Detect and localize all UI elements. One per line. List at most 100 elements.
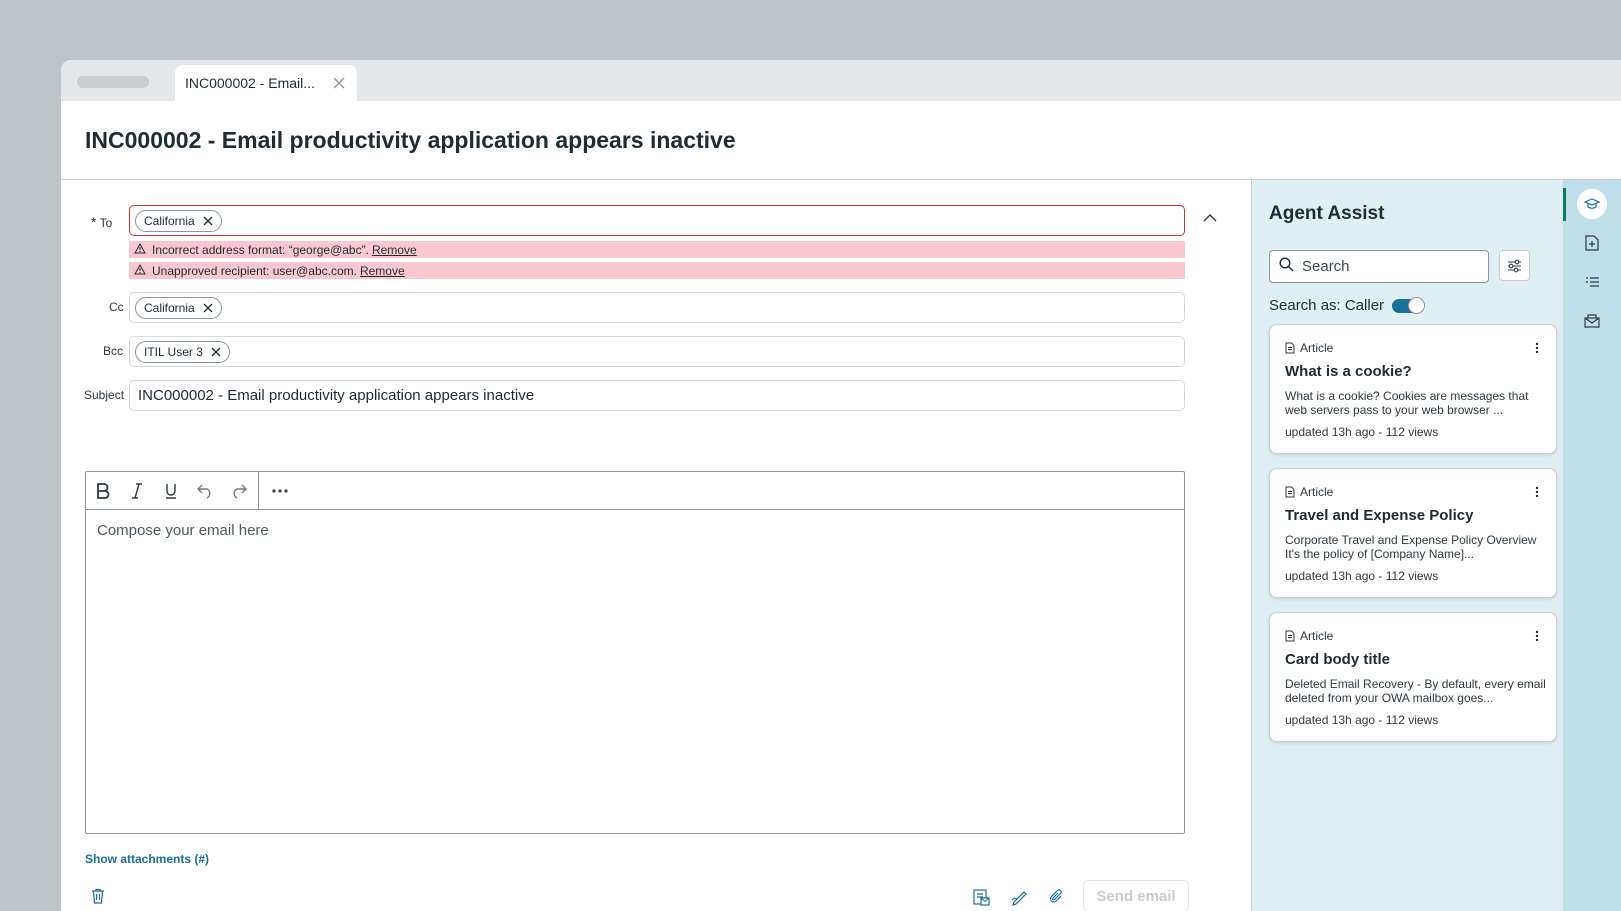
card-title[interactable]: Card body title: [1285, 651, 1390, 668]
card-type: Article: [1285, 629, 1333, 643]
add-document-icon[interactable]: [1577, 228, 1607, 258]
app-window: INC000002 - Email... INC000002 - Email p…: [61, 60, 1621, 911]
redo-icon: [233, 484, 247, 499]
article-card[interactable]: Article What is a cookie? What is a cook…: [1269, 324, 1557, 454]
undo-button[interactable]: [188, 472, 222, 510]
paperclip-icon[interactable]: [1047, 887, 1067, 907]
subject-label: Subject: [84, 388, 125, 402]
page-title: INC000002 - Email productivity applicati…: [85, 127, 736, 153]
tab-placeholder[interactable]: [77, 76, 149, 88]
document-icon: [1285, 486, 1295, 498]
card-title[interactable]: What is a cookie?: [1285, 363, 1412, 380]
bcc-label: Bcc: [103, 344, 124, 358]
card-meta: updated 13h ago - 112 views: [1285, 713, 1439, 727]
subject-field[interactable]: INC000002 - Email productivity applicati…: [129, 380, 1185, 411]
cc-label: Cc: [109, 300, 124, 314]
underline-button[interactable]: [154, 472, 188, 510]
kebab-menu-icon[interactable]: [1534, 341, 1540, 355]
to-field[interactable]: California: [129, 205, 1185, 236]
search-as-row: Search as: Caller: [1269, 296, 1426, 314]
card-title[interactable]: Travel and Expense Policy: [1285, 507, 1473, 524]
remove-link[interactable]: Remove: [372, 243, 417, 257]
required-mark: *: [91, 214, 97, 230]
signature-icon[interactable]: [1009, 887, 1029, 907]
rich-text-editor: Compose your email here: [85, 471, 1185, 834]
search-box[interactable]: [1269, 250, 1489, 283]
document-icon: [1285, 630, 1295, 642]
warning-icon: [134, 242, 146, 257]
card-meta: updated 13h ago - 112 views: [1285, 569, 1439, 583]
mail-template-icon[interactable]: [1577, 306, 1607, 336]
panel-title: Agent Assist: [1269, 203, 1385, 224]
page-header: INC000002 - Email productivity applicati…: [61, 101, 1621, 180]
error-text: Incorrect address format: “george@abc”.: [152, 242, 369, 257]
cc-field[interactable]: California: [129, 292, 1185, 323]
card-description: What is a cookie? Cookies are messages t…: [1285, 389, 1529, 417]
to-label: * To: [91, 214, 112, 230]
remove-recipient-icon[interactable]: [211, 347, 221, 357]
recipient-pill[interactable]: California: [135, 296, 222, 319]
error-message: Unapproved recipient: user@abc.com. Remo…: [129, 262, 1185, 279]
document-icon: [1285, 342, 1295, 354]
toolbar-divider: [258, 471, 259, 510]
remove-link[interactable]: Remove: [360, 264, 405, 278]
ellipsis-icon: [272, 488, 288, 493]
article-card[interactable]: Article Travel and Expense Policy Corpor…: [1269, 468, 1557, 598]
editor-toolbar: [86, 471, 1184, 510]
recipient-pill[interactable]: California: [135, 209, 222, 232]
bold-icon: [97, 482, 110, 499]
agent-assist-panel: Agent Assist Search as: Caller Article W…: [1251, 180, 1563, 911]
chevron-up-icon: [1203, 214, 1217, 222]
more-options-button[interactable]: [263, 472, 297, 510]
kebab-menu-icon[interactable]: [1534, 629, 1540, 643]
remove-recipient-icon[interactable]: [203, 303, 213, 313]
card-type-label: Article: [1300, 341, 1334, 355]
subject-value: INC000002 - Email productivity applicati…: [138, 387, 535, 404]
email-composer: * To California Incorrect address format…: [61, 180, 1251, 911]
email-body-input[interactable]: Compose your email here: [86, 510, 1184, 551]
recipient-pill[interactable]: ITIL User 3: [135, 340, 230, 363]
recipient-name: ITIL User 3: [144, 344, 203, 359]
underline-icon: [166, 483, 176, 499]
search-as-label: Search as: Caller: [1269, 297, 1385, 314]
show-attachments-link[interactable]: Show attachments (#): [85, 852, 209, 866]
article-card[interactable]: Article Card body title Deleted Email Re…: [1269, 612, 1557, 742]
italic-icon: [132, 482, 142, 499]
graduation-cap-icon[interactable]: [1577, 189, 1607, 219]
filter-button[interactable]: [1499, 250, 1530, 281]
bcc-field[interactable]: ITIL User 3: [129, 336, 1185, 367]
bold-button[interactable]: [86, 472, 120, 510]
recipient-name: California: [144, 300, 195, 315]
template-icon[interactable]: [971, 887, 991, 907]
send-email-button[interactable]: Send email: [1083, 880, 1189, 911]
kebab-menu-icon[interactable]: [1534, 485, 1540, 499]
italic-button[interactable]: [120, 472, 154, 510]
active-indicator: [1563, 188, 1566, 221]
list-icon[interactable]: [1577, 267, 1607, 297]
card-type-label: Article: [1300, 629, 1334, 643]
side-rail: [1563, 180, 1621, 911]
error-text: Unapproved recipient: user@abc.com.: [152, 263, 357, 278]
search-input[interactable]: [1302, 258, 1472, 275]
card-type: Article: [1285, 341, 1333, 355]
card-type: Article: [1285, 485, 1333, 499]
warning-icon: [134, 263, 146, 278]
remove-recipient-icon[interactable]: [203, 216, 213, 226]
close-icon[interactable]: [331, 75, 347, 91]
card-type-label: Article: [1300, 485, 1334, 499]
trash-icon[interactable]: [91, 888, 109, 906]
error-message: Incorrect address format: “george@abc”. …: [129, 241, 1185, 258]
card-description: Corporate Travel and Expense Policy Over…: [1285, 533, 1537, 561]
toggle-knob: [1408, 296, 1426, 314]
collapse-fields-button[interactable]: [1201, 209, 1219, 227]
card-meta: updated 13h ago - 112 views: [1285, 425, 1439, 439]
to-label-text: To: [99, 216, 113, 230]
redo-button[interactable]: [222, 472, 256, 510]
tab-bar: INC000002 - Email...: [61, 60, 1621, 101]
recipient-name: California: [144, 213, 195, 228]
card-description: Deleted Email Recovery - By default, eve…: [1285, 677, 1546, 705]
search-icon: [1279, 256, 1294, 277]
search-as-toggle[interactable]: [1392, 296, 1426, 314]
tab-incident[interactable]: INC000002 - Email...: [175, 65, 357, 101]
undo-icon: [197, 484, 211, 499]
